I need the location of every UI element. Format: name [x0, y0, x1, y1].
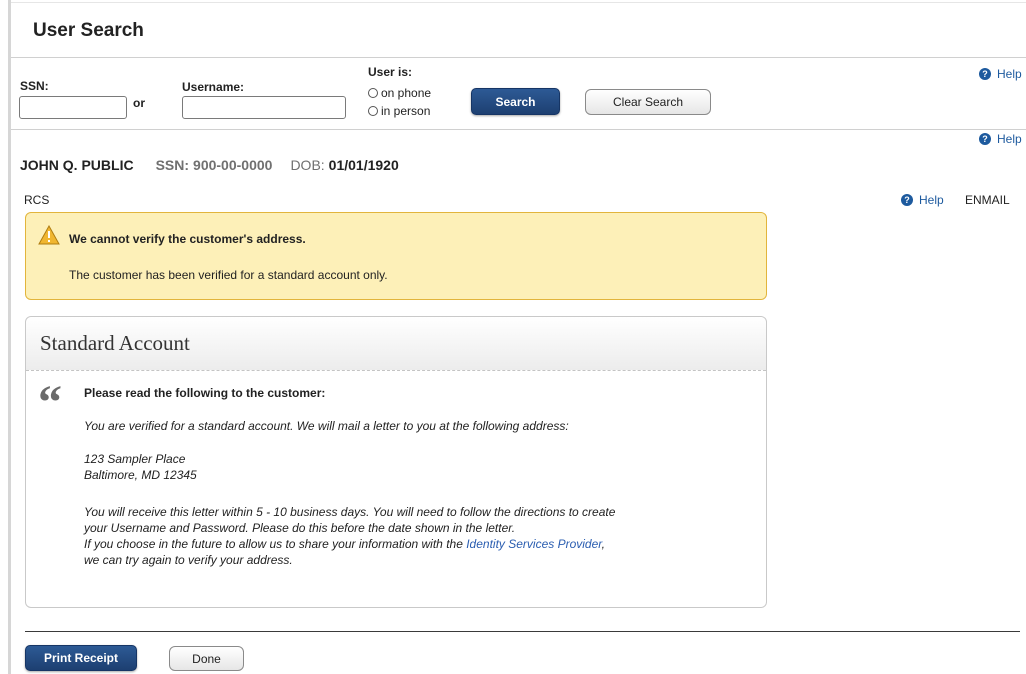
panel-header: Standard Account: [26, 317, 766, 371]
rcs-tag: RCS: [24, 193, 50, 207]
warning-icon: [38, 225, 60, 245]
username-input[interactable]: [182, 96, 346, 119]
user-is-label: User is:: [368, 65, 413, 79]
identity-services-provider-link[interactable]: Identity Services Provider: [466, 537, 601, 551]
search-help-link[interactable]: ? Help: [979, 67, 1022, 81]
script-line: You will receive this letter within 5 - …: [84, 505, 616, 519]
clear-search-button[interactable]: Clear Search: [585, 89, 711, 115]
username-label: Username:: [182, 80, 245, 94]
script-line: You are verified for a standard account.…: [84, 419, 569, 433]
address-warning-alert: We cannot verify the customer's address.…: [25, 212, 767, 300]
radio-circle-icon: [368, 106, 378, 116]
ssn-value: 900-00-0000: [193, 157, 273, 173]
left-border: [8, 0, 11, 674]
page-title: User Search: [33, 20, 144, 41]
script-line: we can try again to verify your address.: [84, 553, 293, 567]
warning-text: The customer has been verified for a sta…: [69, 268, 388, 282]
dob-value: 01/01/1920: [328, 157, 399, 173]
help-icon: ?: [901, 194, 913, 206]
read-prompt: Please read the following to the custome…: [84, 386, 326, 400]
panel-title: Standard Account: [40, 331, 190, 355]
search-button[interactable]: Search: [471, 88, 560, 115]
search-divider: [11, 129, 1026, 130]
top-border: [11, 2, 1026, 3]
script-line: If you choose in the future to allow us …: [84, 536, 605, 552]
script-text: If you choose in the future to allow us …: [84, 537, 467, 551]
panel-help-link[interactable]: ? Help: [901, 193, 944, 207]
help-label: Help: [919, 193, 944, 207]
ssn-key: SSN:: [155, 157, 190, 173]
or-label: or: [133, 96, 145, 110]
on-phone-label: on phone: [381, 86, 432, 100]
warning-title: We cannot verify the customer's address.: [69, 232, 306, 246]
script-line: your Username and Password. Please do th…: [84, 521, 516, 535]
customer-help-link[interactable]: ? Help: [979, 132, 1022, 146]
print-receipt-button[interactable]: Print Receipt: [25, 645, 137, 671]
standard-account-panel: Standard Account “ Please read the follo…: [25, 316, 767, 608]
address-line: Baltimore, MD 12345: [84, 468, 197, 482]
ssn-input[interactable]: [19, 96, 127, 119]
ssn-label: SSN:: [20, 79, 49, 93]
address-line: 123 Sampler Place: [84, 452, 186, 466]
help-label: Help: [997, 132, 1022, 146]
quote-icon: “: [38, 376, 62, 429]
script-text: ,: [601, 537, 605, 551]
help-label: Help: [997, 67, 1022, 81]
on-phone-radio[interactable]: on phone: [368, 86, 431, 100]
done-button[interactable]: Done: [169, 646, 244, 671]
customer-name: JOHN Q. PUBLIC: [20, 157, 134, 173]
dob-key: DOB:: [290, 157, 325, 173]
radio-circle-icon: [368, 88, 378, 98]
customer-summary: JOHN Q. PUBLIC SSN: 900-00-0000 DOB: 01/…: [20, 157, 417, 173]
in-person-radio[interactable]: in person: [368, 104, 430, 118]
in-person-label: in person: [381, 104, 431, 118]
footer-divider: [25, 631, 1020, 632]
header-divider: [11, 57, 1026, 58]
enmail-tag: ENMAIL: [965, 193, 1010, 207]
help-icon: ?: [979, 133, 991, 145]
help-icon: ?: [979, 68, 991, 80]
